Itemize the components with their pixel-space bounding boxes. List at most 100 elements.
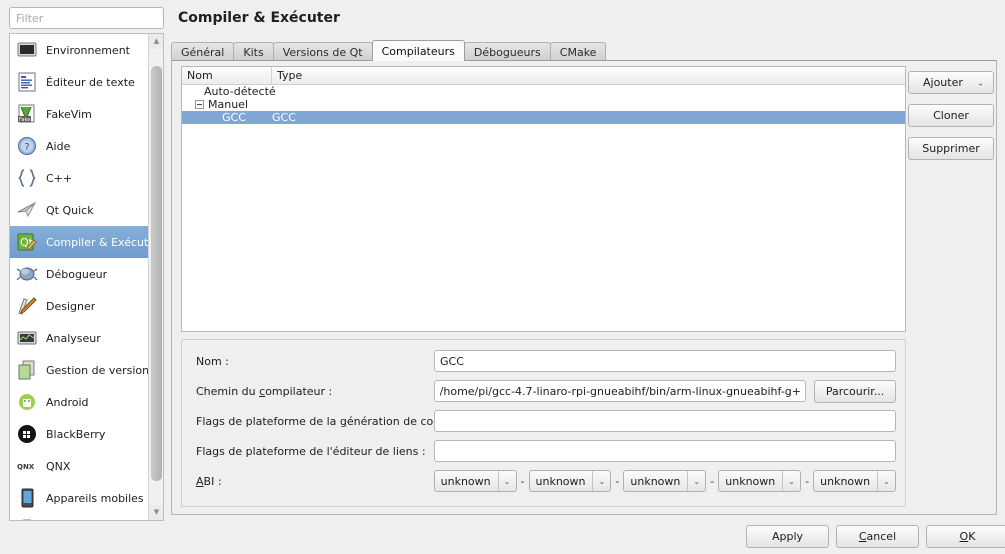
sidebar-item-environnement[interactable]: Environnement bbox=[10, 34, 149, 66]
abi-combo-4[interactable]: unknown ⌄ bbox=[813, 470, 897, 492]
label-flags-editeur-de-liens: Flags de plateforme de l'éditeur de lien… bbox=[196, 444, 426, 458]
options-dialog: Environnement Éditeur de texte bbox=[0, 0, 1005, 554]
abi-combo-4-value: unknown bbox=[820, 474, 871, 488]
chevron-down-icon[interactable]: ⌄ bbox=[497, 471, 516, 491]
sidebar-item-gestion-de-versions[interactable]: Gestion de versions bbox=[10, 354, 149, 386]
abi-combo-3[interactable]: unknown ⌄ bbox=[718, 470, 802, 492]
compilers-tree[interactable]: Nom Type Auto-détecté Manuel GCC GCC bbox=[181, 66, 906, 332]
sidebar-item-android[interactable]: Android bbox=[10, 386, 149, 418]
cell-name: GCC bbox=[222, 111, 246, 124]
abi-separator: - bbox=[520, 474, 525, 488]
tab-bar: Général Kits Versions de Qt Compilateurs… bbox=[171, 40, 607, 61]
sidebar-item-cpp[interactable]: C++ bbox=[10, 162, 149, 194]
cell-name-text: Manuel bbox=[208, 98, 248, 111]
sidebar-item-label: FakeVim bbox=[46, 107, 92, 121]
linker-flags-input[interactable] bbox=[434, 440, 896, 462]
sidebar-item-label: Qt Quick bbox=[46, 203, 94, 217]
help-icon: ? bbox=[16, 135, 38, 157]
scroll-down-icon[interactable]: ▼ bbox=[149, 505, 163, 520]
sidebar-item-debogueur[interactable]: Débogueur bbox=[10, 258, 149, 290]
mobile-device-icon bbox=[16, 487, 38, 509]
qt-build-run-icon: Qt bbox=[16, 231, 38, 253]
form-row-chemin: Chemin du compilateur : Parcourir... bbox=[196, 379, 896, 403]
chevron-down-icon[interactable]: ⌄ bbox=[782, 471, 800, 491]
abi-separator: - bbox=[615, 474, 620, 488]
apply-button[interactable]: Apply bbox=[746, 525, 829, 548]
sidebar-item-label: Gestion de versions bbox=[46, 363, 149, 377]
chevron-down-icon[interactable]: ⌄ bbox=[977, 78, 984, 87]
tab-versions-de-qt[interactable]: Versions de Qt bbox=[272, 42, 373, 61]
sidebar-item-label: Android bbox=[46, 395, 89, 409]
sidebar: Environnement Éditeur de texte bbox=[0, 0, 170, 522]
tab-kits[interactable]: Kits bbox=[233, 42, 274, 61]
name-input[interactable] bbox=[434, 350, 896, 372]
chevron-down-icon[interactable]: ⌄ bbox=[877, 471, 895, 491]
tab-cmake[interactable]: CMake bbox=[549, 42, 607, 61]
compiler-path-input[interactable] bbox=[433, 380, 807, 402]
scroll-up-icon[interactable]: ▲ bbox=[149, 34, 163, 49]
sidebar-item-label: Environnement bbox=[46, 43, 130, 57]
tab-general[interactable]: Général bbox=[171, 42, 235, 61]
abi-combo-2[interactable]: unknown ⌄ bbox=[623, 470, 707, 492]
category-list: Environnement Éditeur de texte Fake Fake… bbox=[9, 33, 164, 521]
tab-compilateurs[interactable]: Compilateurs bbox=[371, 40, 465, 61]
bug-icon bbox=[16, 263, 38, 285]
sidebar-item-analyseur[interactable]: Analyseur bbox=[10, 322, 149, 354]
sidebar-scrollbar[interactable]: ▲ ▼ bbox=[148, 34, 163, 520]
label-abi: ABI : bbox=[196, 474, 222, 488]
chevron-down-icon[interactable]: ⌄ bbox=[687, 471, 705, 491]
column-header-nom[interactable]: Nom bbox=[182, 67, 272, 84]
table-row[interactable]: Auto-détecté bbox=[182, 85, 905, 98]
cancel-button[interactable]: Cancel bbox=[836, 525, 919, 548]
sidebar-item-compiler-executer[interactable]: Qt Compiler & Exécuter bbox=[10, 226, 149, 258]
designer-icon bbox=[16, 295, 38, 317]
cancel-label-rest: ancel bbox=[866, 530, 897, 543]
ok-button[interactable]: OK bbox=[926, 525, 1005, 548]
abi-combo-1-value: unknown bbox=[535, 474, 586, 488]
abi-combo-1[interactable]: unknown ⌄ bbox=[528, 470, 612, 492]
table-row[interactable]: Manuel bbox=[182, 98, 905, 111]
version-control-icon bbox=[16, 359, 38, 381]
sidebar-item-partial[interactable] bbox=[10, 514, 149, 520]
sidebar-item-label: Aide bbox=[46, 139, 71, 153]
abi-combo-0[interactable]: unknown ⌄ bbox=[433, 470, 517, 492]
abi-combo-2-value: unknown bbox=[630, 474, 681, 488]
filter-input[interactable] bbox=[9, 7, 164, 29]
codegen-flags-input[interactable] bbox=[434, 410, 896, 432]
sidebar-item-aide[interactable]: ? Aide bbox=[10, 130, 149, 162]
browse-button[interactable]: Parcourir... bbox=[814, 379, 896, 403]
chevron-down-icon[interactable]: ⌄ bbox=[592, 471, 610, 491]
dialog-button-box: Apply Cancel OK bbox=[739, 525, 1005, 548]
sidebar-item-label: BlackBerry bbox=[46, 427, 106, 441]
monitor-icon bbox=[16, 39, 38, 61]
text-editor-icon bbox=[16, 71, 38, 93]
table-row[interactable]: GCC GCC bbox=[182, 111, 905, 124]
tree-header: Nom Type bbox=[182, 67, 905, 85]
sidebar-item-editeur-de-texte[interactable]: Éditeur de texte bbox=[10, 66, 149, 98]
sidebar-item-qt-quick[interactable]: Qt Quick bbox=[10, 194, 149, 226]
category-list-items: Environnement Éditeur de texte Fake Fake… bbox=[10, 34, 149, 520]
sidebar-item-qnx[interactable]: QNX QNX bbox=[10, 450, 149, 482]
column-header-type[interactable]: Type bbox=[272, 67, 905, 84]
sidebar-item-label: Éditeur de texte bbox=[46, 75, 135, 89]
scrollbar-thumb[interactable] bbox=[151, 66, 162, 481]
compiler-detail-form: Nom : Chemin du compilateur : Parcourir.… bbox=[181, 339, 906, 507]
label-nom: Nom : bbox=[196, 354, 229, 368]
compilers-tab-panel: Nom Type Auto-détecté Manuel GCC GCC Nom… bbox=[171, 60, 997, 515]
clone-button[interactable]: Cloner bbox=[908, 104, 994, 127]
abi-separator: - bbox=[710, 474, 715, 488]
qnx-icon: QNX bbox=[16, 455, 38, 477]
fakevim-icon: Fake bbox=[16, 103, 38, 125]
sidebar-item-blackberry[interactable]: BlackBerry bbox=[10, 418, 149, 450]
collapse-expander-icon[interactable] bbox=[195, 100, 204, 109]
remove-button[interactable]: Supprimer bbox=[908, 137, 994, 160]
add-button-label: Ajouter bbox=[923, 76, 963, 89]
form-row-linker-flags: Flags de plateforme de l'éditeur de lien… bbox=[196, 440, 896, 462]
sidebar-item-appareils-mobiles[interactable]: Appareils mobiles bbox=[10, 482, 149, 514]
add-button[interactable]: Ajouter ⌄ bbox=[908, 71, 994, 94]
tab-debogueurs[interactable]: Débogueurs bbox=[463, 42, 551, 61]
sidebar-item-designer[interactable]: Designer bbox=[10, 290, 149, 322]
sidebar-item-fakevim[interactable]: Fake FakeVim bbox=[10, 98, 149, 130]
android-icon bbox=[16, 391, 38, 413]
abi-combo-0-value: unknown bbox=[440, 474, 491, 488]
